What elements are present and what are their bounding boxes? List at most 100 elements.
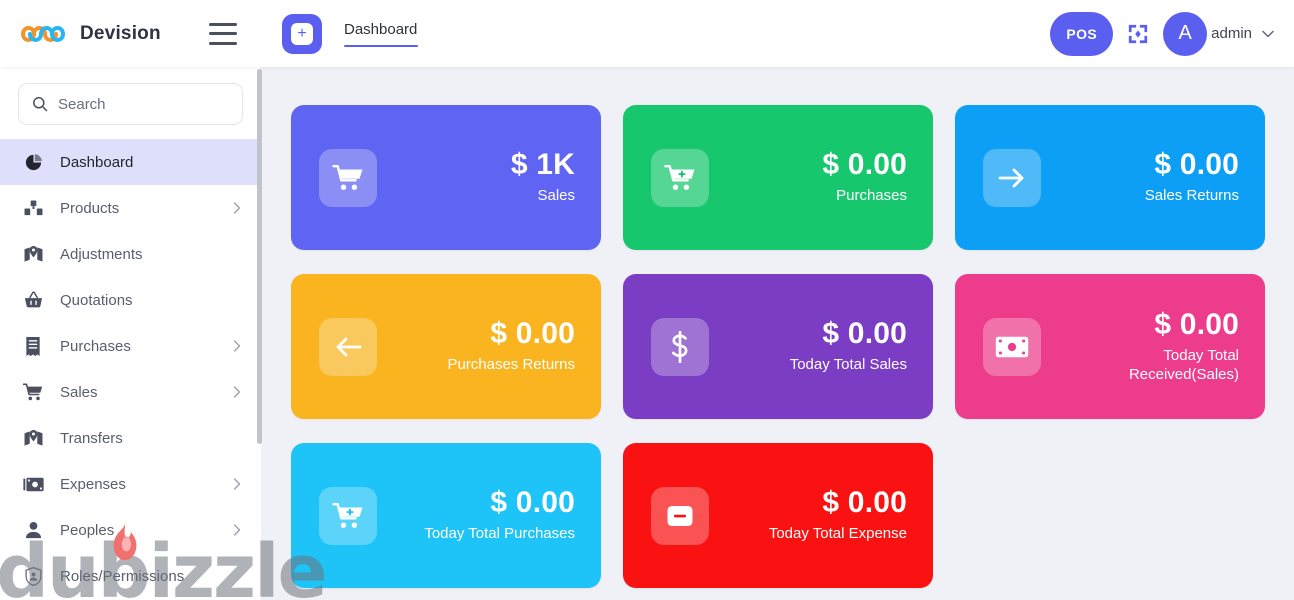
stat-amount: $ 0.00	[822, 147, 907, 181]
sidebar-item-expenses[interactable]: Expenses	[0, 461, 261, 507]
stat-text: $ 0.00 Today Total Expense	[769, 487, 907, 544]
shopping-cart-icon	[22, 382, 44, 402]
stat-card-grid: $ 1K Sales $ 0.00 Purchases $ 0.00 Sales…	[291, 105, 1265, 588]
minus-square-icon	[651, 486, 709, 545]
arrow-left-icon	[319, 317, 377, 376]
stat-card-sales-returns[interactable]: $ 0.00 Sales Returns	[955, 105, 1265, 250]
plus-icon: +	[291, 22, 313, 45]
sidebar-item-quotations[interactable]: Quotations	[0, 277, 261, 323]
sidebar-item-sales[interactable]: Sales	[0, 369, 261, 415]
stat-card-purchases[interactable]: $ 0.00 Purchases	[623, 105, 933, 250]
stat-amount: $ 0.00	[490, 316, 575, 350]
pie-chart-icon	[22, 152, 44, 172]
money-bill-icon	[983, 317, 1041, 376]
receipt-icon	[22, 336, 44, 356]
sidebar-search-wrap	[0, 67, 261, 139]
stat-text: $ 1K Sales	[511, 149, 575, 206]
sidebar-item-dashboard[interactable]: Dashboard	[0, 139, 261, 185]
stat-label: Today Total Purchases	[424, 525, 575, 543]
sidebar-item-adjustments[interactable]: Adjustments	[0, 231, 261, 277]
brand-name: Devision	[80, 22, 161, 44]
stat-label: Today Total Received(Sales)	[1128, 347, 1239, 383]
sidebar-item-roles-permissions[interactable]: Roles/Permissions	[0, 553, 261, 599]
top-bar-right: POS A admin	[1050, 11, 1294, 56]
stat-amount: $ 0.00	[490, 485, 575, 519]
sidebar-item-label: Transfers	[60, 429, 123, 447]
stat-card-purchases-returns[interactable]: $ 0.00 Purchases Returns	[291, 274, 601, 419]
fullscreen-expand-icon[interactable]	[1127, 23, 1149, 45]
stat-card-sales[interactable]: $ 1K Sales	[291, 105, 601, 250]
tab-dashboard-label: Dashboard	[344, 20, 418, 38]
stat-label: Sales	[537, 187, 575, 205]
avatar[interactable]: A	[1163, 11, 1208, 56]
stat-label: Purchases Returns	[447, 356, 575, 374]
sidebar-nav-list: Dashboard Products Adjustments Quotation…	[0, 139, 261, 600]
sidebar-item-peoples[interactable]: Peoples	[0, 507, 261, 553]
sidebar-item-products[interactable]: Products	[0, 185, 261, 231]
money-bill-icon	[22, 474, 44, 494]
hamburger-menu-icon[interactable]	[208, 22, 237, 45]
stat-amount: $ 0.00	[822, 485, 907, 519]
sidebar: Dashboard Products	[0, 67, 261, 600]
stat-amount: $ 0.00	[1154, 147, 1239, 181]
stat-card-today-total-received-sales[interactable]: $ 0.00 Today Total Received(Sales)	[955, 274, 1265, 419]
sidebar-item-label: Expenses	[60, 475, 126, 493]
infinity-logo-icon	[20, 25, 66, 42]
tab-dashboard[interactable]: Dashboard	[344, 21, 418, 47]
pos-button[interactable]: POS	[1050, 11, 1114, 56]
stat-label: Purchases	[836, 187, 907, 205]
user-name: admin	[1211, 25, 1252, 42]
chevron-down-icon	[1262, 30, 1274, 37]
chevron-right-icon	[233, 202, 241, 214]
stat-amount: $ 1K	[510, 147, 575, 181]
sidebar-item-label: Purchases	[60, 337, 131, 355]
sidebar-item-label: Adjustments	[60, 245, 143, 263]
stat-amount: $ 0.00	[1154, 307, 1239, 341]
stat-text: $ 0.00 Today Total Sales	[790, 318, 907, 375]
sidebar-item-label: Quotations	[60, 291, 133, 309]
brand-zone: Devision	[0, 0, 260, 67]
stat-card-today-total-purchases[interactable]: $ 0.00 Today Total Purchases	[291, 443, 601, 588]
main-content: $ 1K Sales $ 0.00 Purchases $ 0.00 Sales…	[261, 67, 1294, 600]
search-icon	[33, 97, 48, 112]
user-menu[interactable]: A admin	[1163, 11, 1274, 56]
stat-label: Sales Returns	[1144, 187, 1239, 205]
chevron-right-icon	[233, 386, 241, 398]
shopping-cart-icon	[319, 148, 377, 207]
app-root: Devision + Dashboard POS A admin Search …	[0, 0, 1294, 600]
sidebar-scrollbar-thumb[interactable]	[257, 69, 262, 444]
cart-plus-icon	[651, 148, 709, 207]
add-tab-button[interactable]: +	[282, 13, 322, 54]
shield-user-icon	[22, 566, 44, 586]
map-marked-icon	[22, 428, 44, 448]
user-icon	[22, 520, 44, 540]
stat-label: Today Total Expense	[768, 525, 907, 543]
arrow-right-icon	[983, 148, 1041, 207]
search-box[interactable]	[18, 83, 243, 125]
sidebar-item-label: Sales	[60, 383, 98, 401]
top-bar: Devision + Dashboard POS A admin	[0, 0, 1294, 67]
boxes-icon	[22, 198, 44, 218]
stat-label: Today Total Sales	[789, 356, 907, 374]
chevron-right-icon	[233, 340, 241, 352]
cart-plus-icon	[319, 486, 377, 545]
sidebar-item-label: Dashboard	[60, 153, 134, 171]
stat-text: $ 0.00 Purchases	[822, 149, 907, 206]
stat-text: $ 0.00 Sales Returns	[1145, 149, 1239, 206]
dollar-sign-icon	[651, 317, 709, 376]
stat-text: $ 0.00 Today Total Purchases	[424, 487, 575, 544]
stat-card-today-total-sales[interactable]: $ 0.00 Today Total Sales	[623, 274, 933, 419]
sidebar-item-transfers[interactable]: Transfers	[0, 415, 261, 461]
sidebar-item-label: Peoples	[60, 521, 115, 539]
basket-icon	[22, 290, 44, 310]
search-input[interactable]	[58, 95, 229, 113]
stat-card-today-total-expense[interactable]: $ 0.00 Today Total Expense	[623, 443, 933, 588]
sidebar-item-purchases[interactable]: Purchases	[0, 323, 261, 369]
stat-text: $ 0.00 Purchases Returns	[447, 318, 575, 375]
map-marked-icon	[22, 244, 44, 264]
chevron-right-icon	[233, 478, 241, 490]
tab-active-underline	[344, 44, 418, 47]
sidebar-scrollbar[interactable]	[257, 67, 263, 600]
chevron-right-icon	[233, 524, 241, 536]
sidebar-item-label: Roles/Permissions	[60, 567, 185, 585]
